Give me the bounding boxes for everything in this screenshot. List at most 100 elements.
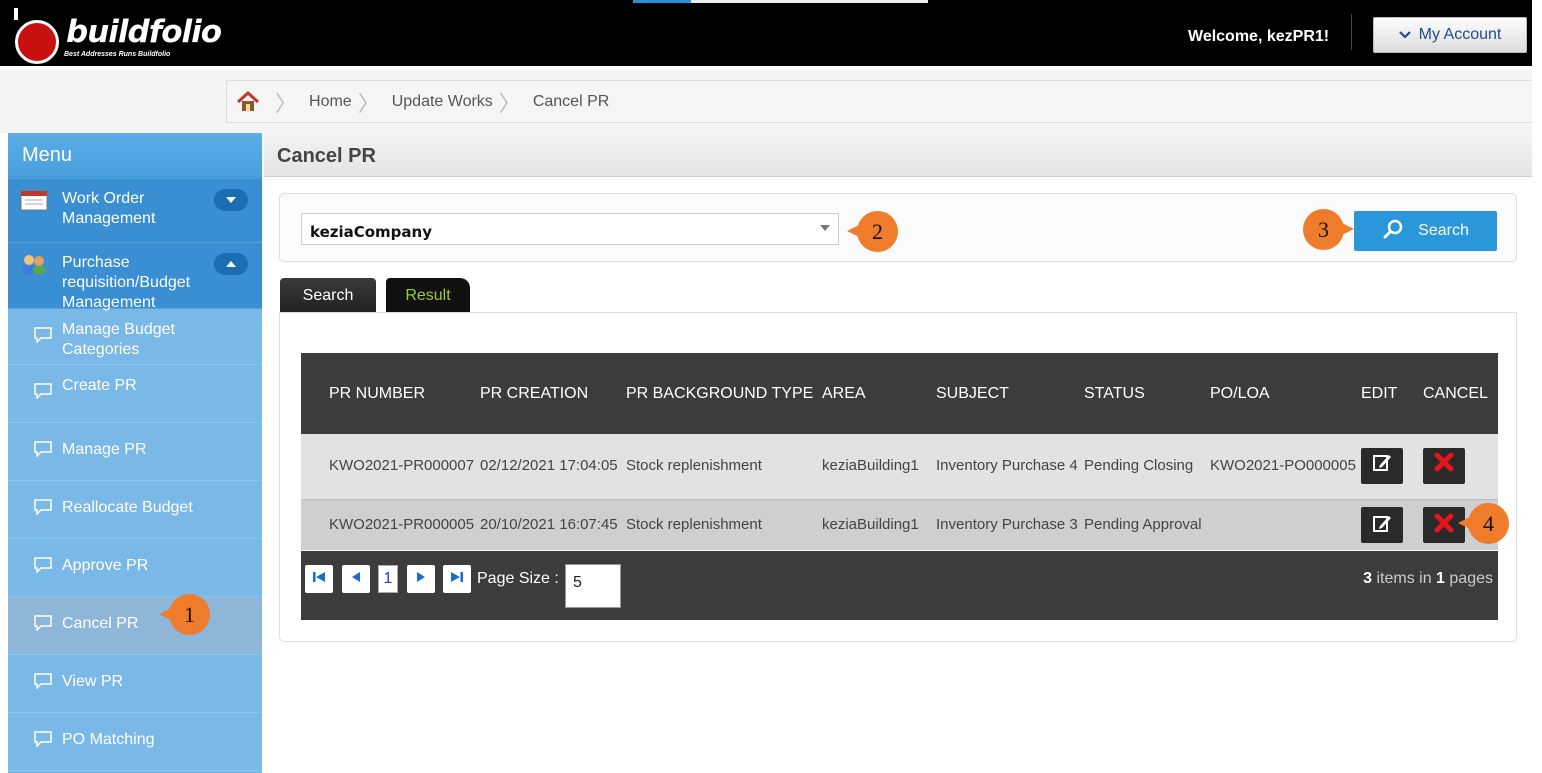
sidebar-group-label: Purchase requisition/Budget Management [62,254,191,311]
callout-1: 1 [159,594,210,635]
cell-status: Pending Closing [1084,434,1210,499]
company-select-value: keziaCompany [310,223,432,241]
menu-title: Menu [8,133,262,179]
cell-area: keziaBuilding1 [822,434,936,499]
table-row[interactable]: KWO2021-PR000005 20/10/2021 16:07:45 Sto… [301,498,1498,550]
items-text: items in [1376,570,1432,587]
column-header: EDIT [1361,353,1423,434]
page-title: Cancel PR [277,145,376,167]
pencil-icon [1372,452,1392,481]
cell-edit [1361,498,1423,550]
sidebar-group-label: Work Order Management [62,190,156,227]
sidebar-group-purchase-requisition[interactable]: Purchase requisition/Budget Management [8,243,262,311]
speech-bubble-icon [34,327,52,344]
top-header: buildfolio Best Addresses Runs Buildfoli… [0,0,1532,66]
items-count: 3 [1363,570,1373,587]
next-page-button[interactable] [407,565,435,593]
sidebar-item-label: Manage Budget Categories [62,321,175,358]
page-size-input[interactable]: 5 [565,564,621,608]
table-row[interactable]: KWO2021-PR000007 02/12/2021 17:04:05 Sto… [301,434,1498,499]
first-page-icon [312,570,326,588]
logo-circle-icon [15,20,59,64]
cell-po-loa [1210,498,1361,550]
column-header[interactable]: PR NUMBER [301,353,480,434]
next-page-icon [415,570,427,588]
cell-background-type: Stock replenishment [626,498,822,550]
my-account-label: My Account [1418,26,1502,43]
tab-result[interactable]: Result [386,278,470,312]
cell-po-loa: KWO2021-PO000005 [1210,434,1361,499]
breadcrumb-cancel-pr: Cancel PR [532,92,610,110]
column-header[interactable]: PO/LOA [1210,353,1361,434]
sidebar-item-view-pr[interactable]: View PR [8,655,262,713]
column-header[interactable]: PR CREATION [480,353,626,434]
pr-table: PR NUMBER PR CREATION PR BACKGROUND TYPE… [301,353,1498,550]
my-account-button[interactable]: My Account [1373,17,1527,53]
cell-background-type: Stock replenishment [626,434,822,499]
first-page-button[interactable] [305,565,333,593]
sidebar-item-approve-pr[interactable]: Approve PR [8,539,262,597]
sidebar-item-manage-budget-categories[interactable]: Manage Budget Categories [8,309,262,365]
buildfolio-logo[interactable]: buildfolio Best Addresses Runs Buildfoli… [12,8,222,64]
sidebar-item-manage-pr[interactable]: Manage PR [8,423,262,481]
cell-edit [1361,434,1423,499]
speech-bubble-icon [34,383,52,400]
callout-4: 4 [1458,503,1509,544]
expand-toggle-icon[interactable] [214,189,248,211]
page-number-button[interactable]: 1 [378,565,398,593]
search-button-label: Search [1418,222,1469,239]
last-page-icon [450,570,464,588]
content-header: Cancel PR [264,133,1532,177]
cell-status: Pending Approval [1084,498,1210,550]
logo-brand-text: buildfolio [66,14,222,50]
speech-bubble-icon [34,557,52,574]
sidebar-item-label: Approve PR [62,557,149,574]
column-header[interactable]: SUBJECT [936,353,1084,434]
tab-search[interactable]: Search [280,278,376,312]
cell-pr-number: KWO2021-PR000007 [301,434,480,499]
previous-page-button[interactable] [342,565,370,593]
last-page-button[interactable] [443,565,471,593]
sidebar-group-work-order[interactable]: Work Order Management [8,179,262,243]
edit-button[interactable] [1361,448,1403,485]
callout-2: 2 [847,211,898,252]
column-header[interactable]: AREA [822,353,936,434]
breadcrumb: 〉 Home 〉 Update Works 〉 Cancel PR [226,80,1532,123]
sidebar-item-reallocate-budget[interactable]: Reallocate Budget [8,481,262,539]
magnifier-icon [1382,218,1404,245]
column-header[interactable]: STATUS [1084,353,1210,434]
column-header[interactable]: PR BACKGROUND TYPE [626,353,822,434]
dropdown-caret-icon [820,225,830,231]
home-icon[interactable] [227,90,269,113]
sidebar-menu: Menu Work Order Management Purchase requ… [8,133,262,773]
sidebar-item-label: View PR [62,673,124,690]
cell-cancel [1423,434,1498,499]
search-button[interactable]: Search [1354,211,1497,251]
breadcrumb-home[interactable]: Home [309,93,352,111]
cell-pr-creation: 02/12/2021 17:04:05 [480,434,626,499]
cell-area: keziaBuilding1 [822,498,936,550]
chevron-down-icon [1398,28,1411,42]
sidebar-item-label: PO Matching [62,731,155,748]
cell-pr-creation: 20/10/2021 16:07:45 [480,498,626,550]
breadcrumb-separator: 〉 [498,90,521,116]
company-select[interactable]: keziaCompany [301,213,839,245]
logo-tagline: Best Addresses Runs Buildfolio [64,51,171,58]
welcome-message: Welcome, kezPR1! [1188,28,1330,45]
speech-bubble-icon [34,673,52,690]
callout-3: 3 [1303,209,1354,250]
header-accent-line [633,0,928,3]
edit-button[interactable] [1361,506,1403,543]
sidebar-item-create-pr[interactable]: Create PR [8,365,262,423]
pages-count: 1 [1436,570,1445,587]
collapse-toggle-icon[interactable] [214,253,248,275]
column-header: CANCEL [1423,353,1498,434]
sidebar-item-po-matching[interactable]: PO Matching [8,713,262,771]
cancel-pr-button[interactable] [1423,448,1465,485]
speech-bubble-icon [34,499,52,516]
pager-info: 3 items in 1 pages [1363,570,1493,588]
pencil-icon [1372,513,1392,537]
header-divider [1351,14,1352,50]
sidebar-item-cancel-pr[interactable]: Cancel PR [8,597,262,655]
breadcrumb-update-works[interactable]: Update Works [392,93,493,111]
